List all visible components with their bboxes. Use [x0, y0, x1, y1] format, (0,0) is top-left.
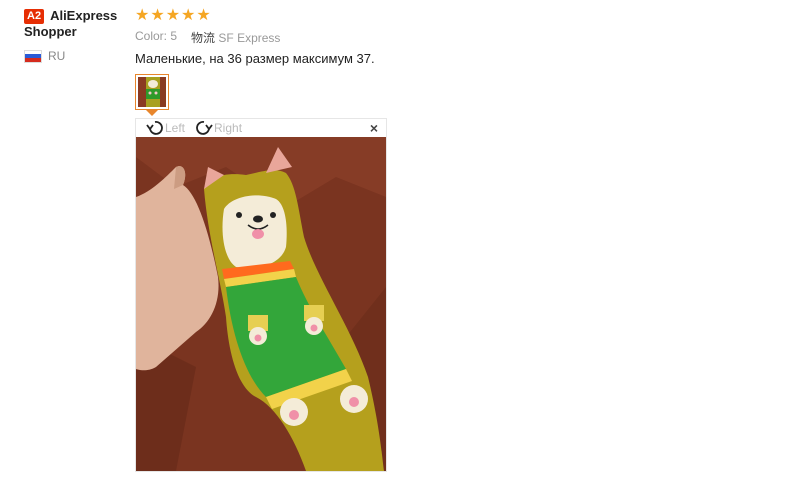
reviewer-country: RU	[24, 49, 129, 63]
russia-flag-icon	[24, 49, 42, 63]
country-code: RU	[48, 49, 66, 63]
thumbnail-selected-arrow	[146, 110, 158, 116]
review-text: Маленькие, на 36 размер максимум 37.	[135, 51, 375, 66]
star-icon: ★	[135, 7, 150, 24]
rotate-left-label: Left	[165, 121, 186, 135]
color-info: Color: 5	[135, 29, 177, 46]
order-meta: Color: 5 物流 SF Express	[135, 29, 280, 46]
viewer-toolbar: Left Right ×	[136, 119, 386, 137]
rotate-left-icon	[146, 121, 163, 135]
close-button[interactable]: ×	[370, 120, 378, 136]
reviewer-name[interactable]: AliExpress	[50, 8, 117, 24]
image-viewer: Left Right ×	[135, 118, 387, 472]
shipping-info: 物流 SF Express	[191, 29, 280, 46]
star-icon: ★	[196, 7, 211, 24]
level-badge: A2	[24, 8, 45, 24]
color-value: 5	[170, 29, 178, 43]
rotate-right-icon	[196, 121, 213, 135]
star-icon: ★	[150, 7, 165, 24]
rotate-right-button[interactable]: Right	[195, 120, 242, 136]
star-rating: ★ ★ ★ ★ ★	[135, 8, 211, 24]
thumbnail-image	[138, 77, 166, 107]
star-icon: ★	[181, 7, 196, 24]
rotate-left-button[interactable]: Left	[146, 120, 185, 136]
shipping-value: SF Express	[218, 31, 281, 45]
rotate-right-label: Right	[214, 121, 243, 135]
star-icon: ★	[165, 7, 181, 24]
review-photo	[136, 137, 386, 471]
color-label: Color:	[135, 29, 168, 43]
photo-thumbnail[interactable]	[135, 74, 169, 110]
shipping-label: 物流	[191, 31, 216, 45]
reviewer-info: A2 AliExpress Shopper RU	[24, 8, 129, 63]
reviewer-name-line2[interactable]: Shopper	[24, 24, 129, 40]
